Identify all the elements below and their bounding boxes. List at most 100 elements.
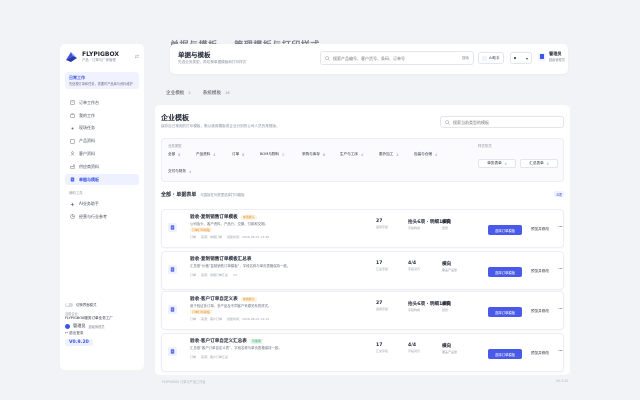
more-options-icon[interactable]: ···: [558, 348, 563, 355]
table-row[interactable]: 验收·客户订单自定义表 常用默认 用于验证多订单、多产品及不同客户来源关系的样式。…: [161, 291, 564, 330]
sidebar-item-ai-assistant[interactable]: AI业务助手: [65, 198, 139, 210]
style-single-button[interactable]: 单张表单 4: [478, 159, 516, 168]
notification-button[interactable]: ▾: [510, 52, 532, 64]
filter-chip[interactable]: 生产与工序 4: [340, 152, 374, 157]
workflow-hint: 日常工作 先处理订单和任务，需要时产品库与资料维护: [65, 72, 139, 89]
sidebar-item-my-work[interactable]: 我的工作: [65, 110, 139, 122]
chart-icon: [70, 214, 75, 220]
more-options-icon[interactable]: ···: [558, 266, 563, 273]
ai-assistant-button[interactable]: AI助手: [478, 52, 504, 64]
select-template-button[interactable]: 选择订单模板: [488, 307, 522, 317]
sidebar-item-label: 产品资料: [79, 138, 95, 144]
chevron-down-icon: ▾: [525, 55, 528, 61]
brand-name: FLYPIGBOX: [82, 51, 119, 58]
collapse-icon[interactable]: ⇄: [135, 54, 139, 60]
row-meta-item: 订单: [190, 235, 197, 239]
global-search[interactable]: 搜索: [320, 51, 474, 65]
header-user[interactable]: 管理员 超级管理员: [538, 51, 565, 62]
row-meta-item: 订单: [190, 355, 197, 359]
table-row[interactable]: 验收·复制销售订单模板 常用默认 公司抬头、客户资料、产品行、交期、付款和交期。 …: [161, 209, 564, 248]
filter-chip[interactable]: 交付与财务 4: [168, 169, 191, 174]
row-title: 验收·客户订单自定义汇总表 可使用: [190, 338, 263, 344]
chip-count: 4: [434, 152, 437, 157]
chip-count: 8: [242, 152, 245, 157]
filter-chip[interactable]: 采购与库存 8: [302, 152, 335, 157]
brand[interactable]: FLYPIGBOX 产品 · 订单与厂家管理 ⇄: [65, 50, 139, 63]
document-icon: [168, 347, 177, 356]
logout-link[interactable]: ↩ 退出登录: [65, 331, 139, 336]
mode-toggle[interactable]: [65, 302, 73, 307]
sidebar-item-industry-reference[interactable]: 经营与行业参考: [65, 211, 139, 223]
table-row[interactable]: 验收·复制销售订单模板汇总表 汇总按“价格”复制销售订单模板”，字段名称与单页表…: [161, 251, 564, 290]
logo-icon: [66, 52, 77, 62]
filter-label: 业务类型: [168, 144, 182, 148]
row-title: 验收·复制销售订单模板 常用默认: [190, 214, 257, 220]
mode-toggle-row[interactable]: 切换界面模式: [65, 302, 139, 307]
chip-label: 全部: [168, 152, 176, 156]
tab-enterprise[interactable]: 企业模板 2: [166, 90, 191, 96]
preview-edit-button[interactable]: 预览并修改: [531, 351, 549, 356]
filter-panel: 业务类型 全部 8 产品资料 4 订单 8 BOM与物料 2 采购与库存 8 生产与工序 4…: [161, 138, 564, 182]
template-search-input[interactable]: [453, 119, 553, 125]
chip-label: 包装与仓储: [414, 152, 432, 156]
dot-icon: [514, 57, 516, 59]
filter-chip[interactable]: 全部 8: [168, 152, 191, 157]
hint-text: 先处理订单和任务，需要时产品库与资料维护: [69, 82, 133, 86]
more-options-icon[interactable]: ···: [558, 306, 563, 313]
chip-label: 产品资料: [196, 152, 211, 156]
document-icon: [168, 223, 177, 232]
select-template-button[interactable]: 选择订单模板: [488, 349, 522, 359]
row-description: 用于验证多订单、多产品及不同客户来源关系的样式。: [190, 304, 272, 308]
stat-value: 17: [376, 261, 383, 266]
sidebar-item-orders[interactable]: 订单工作台: [65, 97, 139, 109]
preview-edit-button[interactable]: 预览并修改: [531, 269, 549, 274]
chip-label: 委外加工: [379, 152, 394, 156]
chip-count: 4: [188, 169, 191, 174]
tab-system[interactable]: 系统模板 16: [203, 90, 230, 96]
row-meta-item: 订单: [190, 273, 197, 277]
preview-edit-button[interactable]: 预览并修改: [531, 309, 549, 314]
stat-orientation: 横向 纸张: [442, 219, 451, 230]
style-label-text: 单张表单: [487, 161, 502, 165]
global-search-input[interactable]: [333, 55, 443, 61]
preview-edit-button[interactable]: 预览并修改: [531, 227, 549, 232]
row-description: 公司抬头、客户资料、产品行、交期、付款和交期。: [190, 222, 268, 226]
stat-orientation: 横向 覆盖产品量: [442, 343, 457, 354]
sidebar-item-products[interactable]: 产品资料: [65, 135, 139, 147]
select-template-button[interactable]: 选择订单模板: [488, 267, 522, 277]
search-button[interactable]: 搜索: [462, 56, 469, 61]
document-icon: [168, 265, 177, 274]
sidebar-item-suppliers[interactable]: 供应商资料: [65, 161, 139, 173]
sidebar-item-field-tasks[interactable]: 现场任务: [65, 123, 139, 135]
filter-chip[interactable]: 包装与仓储 4: [414, 152, 448, 157]
avatar: [65, 323, 70, 329]
stat-orientation: 横向 覆盖产品量: [442, 261, 457, 272]
order-icon: [70, 100, 75, 105]
status-badge: 常用默认: [240, 296, 257, 302]
filter-chip[interactable]: 订单 8: [232, 152, 255, 157]
stat-value: 横向: [442, 302, 452, 307]
more-options-icon[interactable]: ···: [558, 224, 563, 231]
search-icon: [325, 55, 330, 61]
sidebar-item-label: 单据与模板: [79, 176, 99, 182]
ai-icon: [482, 55, 487, 61]
user-row[interactable]: 管理员 超级管理员: [65, 323, 139, 329]
sidebar-item-templates[interactable]: 单据与模板: [65, 173, 139, 186]
filter-chip[interactable]: BOM与物料 2: [260, 152, 297, 157]
template-search[interactable]: [440, 116, 564, 128]
filter-chip[interactable]: 产品资料 4: [196, 152, 227, 157]
stat-structure: 4/4 字段对齐: [408, 343, 420, 353]
stat-value: 横向: [442, 344, 452, 349]
filter-chip[interactable]: 委外加工 4: [379, 152, 409, 157]
table-row[interactable]: 验收·客户订单自定义汇总表 可使用 汇总按“客户订单自定义表”，字段名称与单页表格…: [161, 333, 564, 372]
chip-label: 订单: [232, 152, 240, 156]
filter-chips-row: 全部 8 产品资料 4 订单 8 BOM与物料 2 采购与库存 8 生产与工序 4 委外加工…: [168, 152, 448, 157]
tab-count: 2: [188, 91, 191, 95]
dot-icon: [70, 126, 75, 131]
select-template-button[interactable]: 选择订单模板: [488, 225, 522, 235]
row-meta-item: 订单: [190, 317, 197, 321]
sidebar-item-customers[interactable]: 客户资料: [65, 148, 139, 160]
style-summary-button[interactable]: 汇总表单 4: [520, 159, 558, 168]
ai-assistant-label: AI助手: [489, 55, 500, 60]
user-avatar-icon: [538, 52, 546, 61]
